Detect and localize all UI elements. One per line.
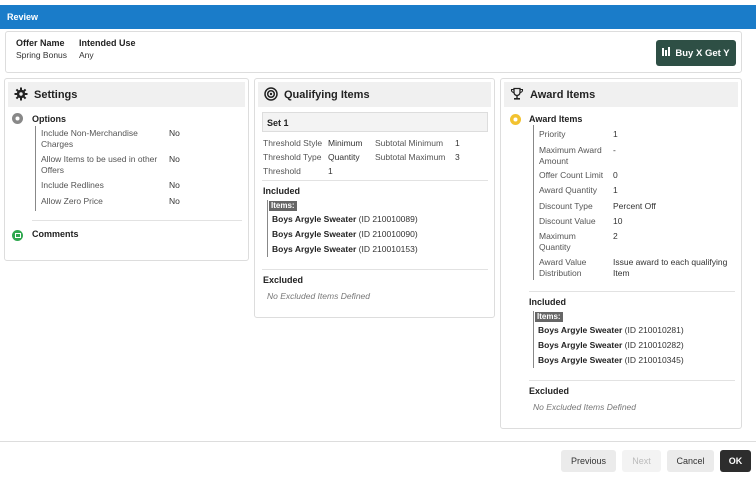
- offer-name-value: Spring Bonus: [16, 50, 68, 60]
- option-value: No: [169, 196, 180, 206]
- award-items-header: Award Items: [504, 82, 738, 107]
- items-divider: [533, 311, 534, 368]
- settings-title: Settings: [34, 88, 78, 101]
- subtotal-maximum-value: 3: [455, 152, 460, 162]
- option-label: Allow Zero Price: [41, 196, 103, 206]
- comments-label: Comments: [32, 229, 79, 239]
- options-divider: [35, 126, 36, 211]
- threshold-type-label: Threshold Type: [263, 152, 322, 162]
- award-section-label: Award Items: [529, 114, 583, 124]
- award-row-value: Percent Off: [613, 201, 656, 211]
- award-divider-line: [529, 380, 735, 381]
- award-row-value: 0: [613, 170, 618, 180]
- review-title-bar: Review: [0, 5, 756, 29]
- option-label: Include Redlines: [41, 180, 104, 190]
- cancel-button[interactable]: Cancel: [667, 450, 714, 472]
- list-item: Boys Argyle Sweater (ID 210010089): [272, 214, 418, 224]
- intended-use-label: Intended Use: [79, 38, 136, 48]
- award-row-value: 10: [613, 216, 623, 226]
- subtotal-maximum-label: Subtotal Maximum: [375, 152, 446, 162]
- award-row-value: -: [613, 145, 616, 155]
- next-button[interactable]: Next: [622, 450, 661, 472]
- award-row-label: Priority: [539, 129, 566, 139]
- excluded-empty-text: No Excluded Items Defined: [267, 291, 370, 301]
- option-label: Include Non-Merchandise Charges: [41, 128, 138, 149]
- option-value: No: [169, 128, 180, 138]
- award-row-label: Award Value Distribution: [539, 257, 587, 278]
- page-title: Review: [7, 12, 39, 22]
- subtotal-minimum-value: 1: [455, 138, 460, 148]
- qualifying-items-title: Qualifying Items: [284, 88, 370, 101]
- settings-card: Settings Options Include Non-Merchandise…: [4, 78, 249, 261]
- gear-icon: [14, 87, 28, 103]
- award-divider-line: [529, 291, 735, 292]
- award-row-value: 1: [613, 129, 618, 139]
- award-row-label: Award Quantity: [539, 185, 597, 195]
- option-value: No: [169, 154, 180, 164]
- list-item: Boys Argyle Sweater (ID 210010281): [538, 325, 684, 335]
- target-icon: [264, 86, 278, 103]
- set-label: Set 1: [267, 118, 289, 128]
- award-row-label: Discount Value: [539, 216, 596, 226]
- list-item: Boys Argyle Sweater (ID 210010153): [272, 244, 418, 254]
- threshold-style-label: Threshold Style: [263, 138, 323, 148]
- items-tag: Items:: [269, 201, 297, 211]
- subtotal-minimum-label: Subtotal Minimum: [375, 138, 444, 148]
- list-item: Boys Argyle Sweater (ID 210010282): [538, 340, 684, 350]
- option-label: Allow Items to be used in other Offers: [41, 154, 158, 175]
- award-divider: [533, 125, 534, 280]
- list-item: Boys Argyle Sweater (ID 210010090): [272, 229, 418, 239]
- items-tag: Items:: [535, 312, 563, 322]
- award-row-value: 1: [613, 185, 618, 195]
- settings-header: Settings: [8, 82, 245, 107]
- items-divider: [267, 200, 268, 257]
- award-items-card: Award Items Award Items Priority 1 Maxim…: [500, 78, 742, 429]
- footer-bar: Previous Next Cancel OK: [0, 441, 756, 478]
- option-value: No: [169, 180, 180, 190]
- award-items-title: Award Items: [530, 88, 596, 101]
- award-row-value: 2: [613, 231, 618, 241]
- options-badge-icon: [12, 113, 23, 124]
- trophy-icon: [510, 87, 524, 103]
- qualifying-items-card: Qualifying Items Set 1 Threshold Style M…: [254, 78, 495, 318]
- threshold-label: Threshold: [263, 166, 301, 176]
- award-row-label: Maximum Quantity: [539, 231, 576, 252]
- excluded-empty-text: No Excluded Items Defined: [533, 402, 636, 412]
- promo-type-button[interactable]: Buy X Get Y: [656, 40, 736, 66]
- included-label: Included: [529, 297, 567, 307]
- options-label: Options: [32, 114, 66, 124]
- qualifying-divider: [262, 269, 488, 270]
- bar-chart-icon: [662, 47, 671, 59]
- offer-header: Offer Name Spring Bonus Intended Use Any…: [5, 31, 742, 73]
- qualifying-items-header: Qualifying Items: [258, 82, 491, 107]
- award-row-label: Offer Count Limit: [539, 170, 604, 180]
- excluded-label: Excluded: [263, 275, 304, 285]
- excluded-label: Excluded: [529, 386, 570, 396]
- award-badge-icon: [510, 114, 521, 125]
- award-row-label: Discount Type: [539, 201, 593, 211]
- threshold-type-value: Quantity: [328, 152, 360, 162]
- promo-type-label: Buy X Get Y: [675, 47, 730, 59]
- set-header: Set 1: [262, 112, 488, 132]
- settings-divider: [32, 220, 242, 221]
- included-label: Included: [263, 186, 301, 196]
- threshold-value: 1: [328, 166, 333, 176]
- award-row-value: Issue award to each qualifying Item: [613, 257, 728, 278]
- ok-button[interactable]: OK: [720, 450, 751, 472]
- comment-icon: [12, 230, 23, 241]
- offer-name-label: Offer Name: [16, 38, 65, 48]
- award-row-label: Maximum Award Amount: [539, 145, 602, 166]
- list-item: Boys Argyle Sweater (ID 210010345): [538, 355, 684, 365]
- previous-button[interactable]: Previous: [561, 450, 616, 472]
- threshold-style-value: Minimum: [328, 138, 363, 148]
- qualifying-divider: [262, 180, 488, 181]
- intended-use-value: Any: [79, 50, 94, 60]
